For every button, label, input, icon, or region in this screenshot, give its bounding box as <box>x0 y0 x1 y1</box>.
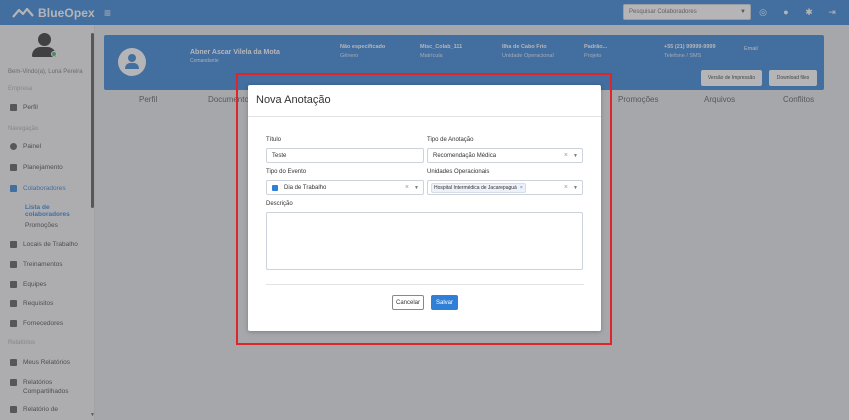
highlight-box <box>236 73 612 345</box>
